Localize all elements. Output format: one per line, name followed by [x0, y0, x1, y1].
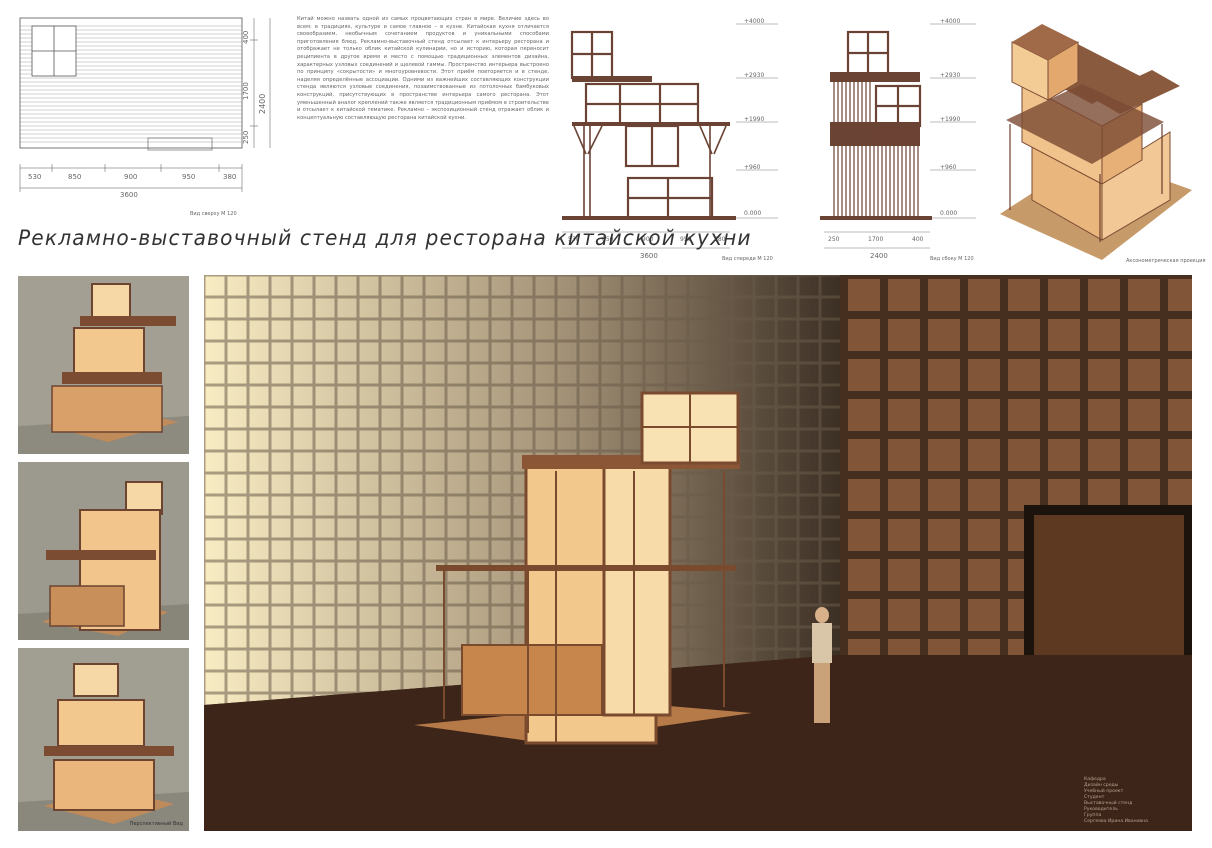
page-title: Рекламно-выставочный стенд для ресторана… — [18, 226, 752, 250]
side-dim-1: 250 — [828, 236, 840, 243]
side-elevation-drawing: +4000 +2930 +1990 +960 0.000 250 1700 40… — [818, 14, 978, 264]
plan-view-drawing: 530 850 900 950 380 3600 400 1700 250 24… — [18, 16, 278, 217]
plan-dim-4: 950 — [182, 173, 196, 181]
front-level-1: +4000 — [744, 18, 765, 25]
front-total: 3600 — [640, 252, 658, 260]
thumb-caption: Перспективный Вид — [129, 821, 183, 827]
side-level-1: +4000 — [940, 18, 961, 25]
side-caption: Вид сбоку М 120 — [930, 256, 974, 262]
plan-total-width: 3600 — [120, 191, 138, 199]
plan-dim-5: 380 — [223, 173, 237, 181]
project-description: Китай можно назвать одной из самых процв… — [297, 16, 549, 121]
hero-render: Кафедра Дизайн среды Учебный проект Студ… — [204, 275, 1192, 831]
plan-caption: Вид сверху М 120 — [190, 211, 237, 217]
side-total: 2400 — [870, 252, 888, 260]
author-info-block: Кафедра Дизайн среды Учебный проект Студ… — [1084, 777, 1180, 825]
front-caption: Вид спереди М 120 — [722, 256, 773, 262]
side-dim-2: 1700 — [868, 236, 884, 243]
render-thumb-2 — [18, 462, 189, 640]
front-level-5: 0.000 — [744, 210, 762, 217]
plan-dim-3: 900 — [124, 173, 138, 181]
plan-dim-right-3: 250 — [242, 130, 250, 144]
render-thumb-1 — [18, 276, 189, 454]
side-level-5: 0.000 — [940, 210, 958, 217]
front-level-4: +960 — [744, 164, 761, 171]
side-level-4: +960 — [940, 164, 957, 171]
front-level-3: +1990 — [744, 116, 765, 123]
front-level-2: +2930 — [744, 72, 765, 79]
render-thumb-3: Перспективный Вид — [18, 648, 189, 831]
author-line-8: Сергеева Ирина Ивановна — [1084, 819, 1148, 824]
plan-dim-2: 850 — [68, 173, 82, 181]
plan-dim-right-1: 400 — [242, 30, 250, 44]
side-level-2: +2930 — [940, 72, 961, 79]
axonometry-caption: Аксонометрическая проекция — [1126, 258, 1206, 264]
side-level-3: +1990 — [940, 116, 961, 123]
plan-total-depth: 2400 — [258, 93, 267, 114]
side-dim-3: 400 — [912, 236, 924, 243]
axonometric-drawing: Аксонометрическая проекция — [992, 14, 1205, 264]
plan-dim-right-2: 1700 — [242, 82, 250, 100]
plan-dim-1: 530 — [28, 173, 42, 181]
